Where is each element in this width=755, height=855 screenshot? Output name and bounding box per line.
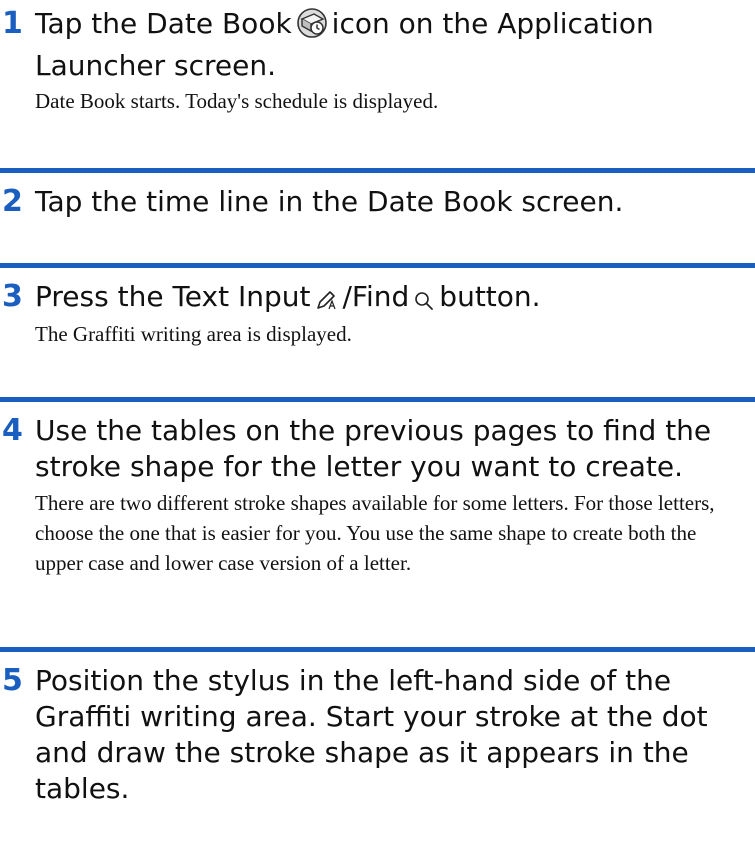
step-heading: Tap the time line in the Date Book scree… bbox=[35, 185, 624, 218]
text-input-icon bbox=[314, 285, 338, 321]
manual-page: 1 Tap the Date Book icon on the Applicat… bbox=[0, 0, 755, 855]
heading-text-before-icon: Press the Text Input bbox=[35, 280, 311, 313]
step-number: 5 bbox=[2, 663, 23, 698]
heading-text-after-icon: button. bbox=[439, 280, 541, 313]
step-heading: Position the stylus in the left-hand sid… bbox=[35, 664, 708, 805]
find-icon bbox=[413, 285, 435, 321]
step-number: 4 bbox=[2, 413, 23, 448]
divider bbox=[0, 397, 755, 402]
date-book-icon bbox=[296, 7, 328, 48]
divider bbox=[0, 168, 755, 173]
step-heading: Press the Text Input /Find button. bbox=[35, 279, 750, 321]
heading-text-before-icon: Tap the Date Book bbox=[35, 7, 292, 40]
step-heading: Use the tables on the previous pages to … bbox=[35, 414, 712, 483]
step-number: 1 bbox=[2, 6, 23, 41]
heading-text-mid: /Find bbox=[342, 280, 410, 313]
divider bbox=[0, 263, 755, 268]
step-body: The Graffiti writing area is displayed. bbox=[35, 322, 352, 346]
divider bbox=[0, 647, 755, 652]
step-body: Date Book starts. Today's schedule is di… bbox=[35, 89, 439, 113]
step-heading: Tap the Date Book icon on the Applicatio… bbox=[35, 6, 750, 84]
step-number: 3 bbox=[2, 279, 23, 314]
step-number: 2 bbox=[2, 184, 23, 219]
step-body: There are two different stroke shapes av… bbox=[35, 491, 715, 575]
